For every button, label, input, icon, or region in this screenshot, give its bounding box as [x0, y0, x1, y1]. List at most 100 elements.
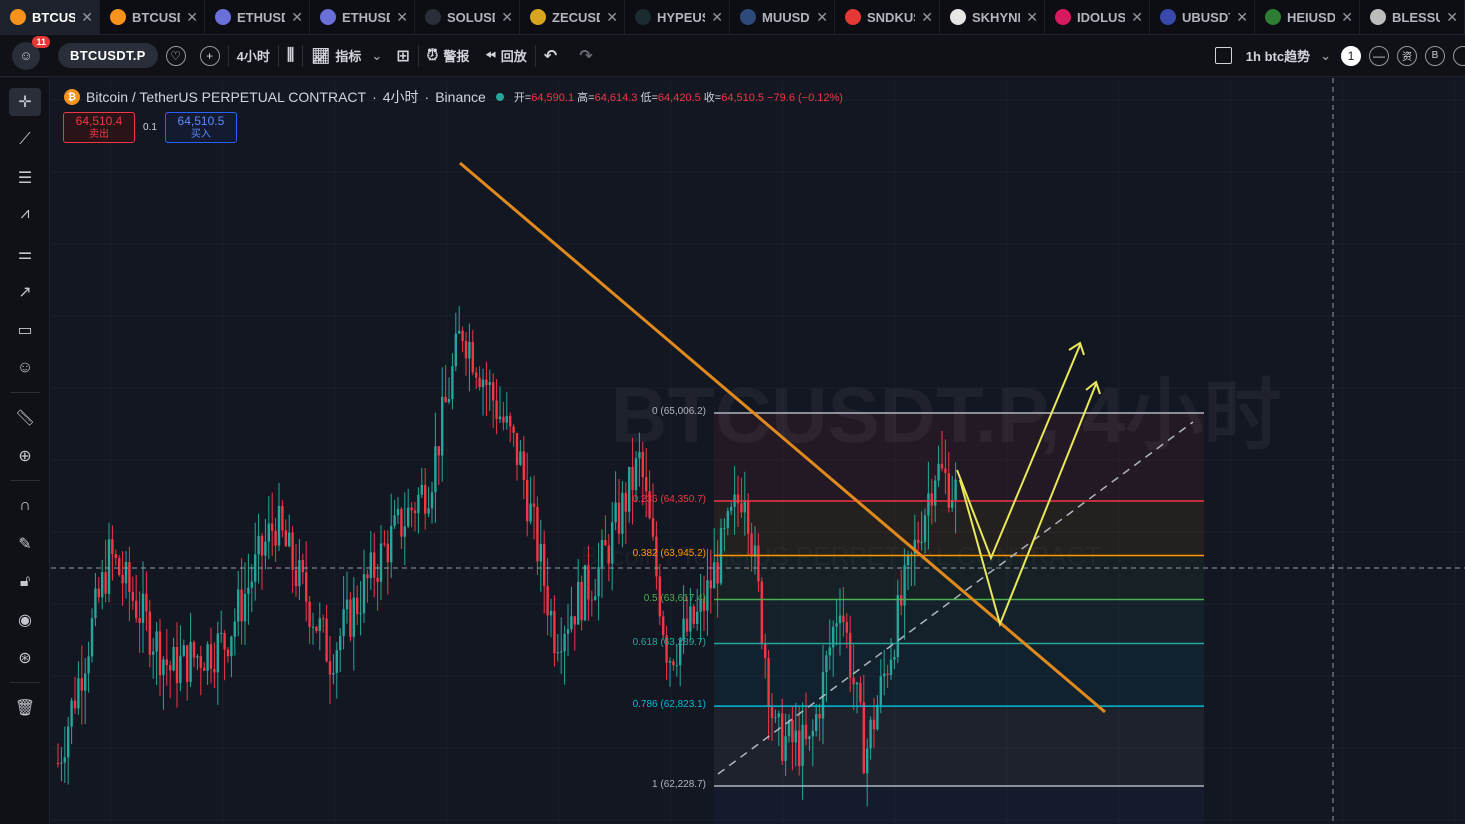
layout-dropdown-icon[interactable]: ⌄ [1320, 48, 1331, 64]
symbol-tab[interactable]: MUUSDT ✕ [730, 0, 835, 34]
candle-body [311, 626, 315, 628]
close-icon[interactable]: ✕ [1341, 9, 1353, 26]
close-icon[interactable]: ✕ [1026, 9, 1038, 26]
candle-body [369, 552, 372, 579]
symbol-search-button[interactable]: BTCUSDT.P [58, 43, 158, 68]
symbol-tab[interactable]: ETHUSDT ✕ [205, 0, 310, 34]
fib-ratio: 0.618 [632, 636, 658, 648]
candle-body [893, 657, 896, 660]
candle-body [566, 629, 570, 634]
right-button-4[interactable]: B [1425, 45, 1445, 66]
sell-price: 64,510.4 [75, 113, 123, 128]
close-icon[interactable]: ✕ [1131, 9, 1143, 26]
close-icon[interactable]: ✕ [1236, 9, 1248, 26]
symbol-tab[interactable]: SKHYNIX ✕ [940, 0, 1045, 34]
symbol-tab[interactable]: IDOLUSDT ✕ [1045, 0, 1150, 34]
fib-ratio: 0.5 [643, 592, 658, 604]
user-avatar[interactable]: ☺ 11 [12, 35, 50, 70]
symbol-tab[interactable]: BLESSUSDT ✕ [1360, 0, 1465, 34]
buy-price: 64,510.5 [177, 113, 225, 128]
symbol-tab[interactable]: ETHUSDT ✕ [310, 0, 415, 34]
stay-drawing-icon[interactable]: ✎ [9, 530, 41, 558]
close-icon[interactable]: ✕ [186, 9, 198, 26]
pattern-icon[interactable]: ⩘ [9, 200, 41, 228]
compare-heart-icon[interactable]: ♡ [165, 45, 186, 66]
eye-icon[interactable]: ◉ [9, 606, 41, 634]
replay-button[interactable]: ⏪︎ 回放 [485, 46, 526, 65]
symbol-tab[interactable]: HEIUSDT ✕ [1255, 0, 1360, 34]
prediction-icon[interactable]: ↗ [9, 278, 41, 306]
right-button-5[interactable] [1453, 45, 1465, 66]
alert-button[interactable]: ⏰︎ 警报 [427, 46, 470, 65]
price-chart[interactable]: BTCUSDT.P, 4小时 Bitcoin / TetherUS PERPETU… [51, 78, 1465, 824]
layout-checkbox[interactable] [1214, 47, 1232, 64]
close-icon[interactable]: ✕ [921, 9, 933, 26]
symbol-tab[interactable]: BTCUSDT ✕ [100, 0, 205, 34]
candle-body [855, 682, 859, 685]
candle-body [437, 446, 440, 456]
globe-icon[interactable]: ⊛ [9, 644, 41, 672]
add-symbol-icon[interactable]: + [199, 45, 220, 66]
candle-body [651, 518, 655, 537]
candle-body [206, 644, 209, 671]
fib-price: 63,945.2 [663, 548, 703, 560]
close-icon[interactable]: ✕ [606, 9, 618, 26]
chart-area[interactable]: BTCUSDT.P, 4小时 Bitcoin / TetherUS PERPETU… [51, 78, 1465, 824]
symbol-tab[interactable]: UBUSDT ✕ [1150, 0, 1255, 34]
candle-body [621, 492, 624, 534]
horizontal-lines-icon[interactable]: ☰ [9, 164, 41, 192]
open-label: 开= [513, 92, 532, 104]
candle-body [70, 700, 73, 727]
candle-body [781, 713, 784, 761]
redo-icon[interactable]: ↷ [579, 46, 592, 66]
magnet-icon[interactable]: ∩ [9, 492, 41, 520]
candle-body [379, 543, 383, 582]
sell-button[interactable]: 64,510.4 卖出 [63, 112, 135, 143]
close-icon[interactable]: ✕ [1446, 9, 1458, 26]
trend-line-icon[interactable]: ⟋ [9, 126, 41, 154]
right-button-2[interactable]: — [1369, 45, 1389, 66]
candle-body [471, 342, 474, 373]
candle-body [386, 543, 389, 563]
annotation-icon[interactable]: ▭ [9, 316, 41, 344]
fib-level-label: 0.236 (64,350.7) [632, 494, 706, 506]
candle-body [90, 618, 94, 657]
trash-icon[interactable]: 🗑︎ [9, 694, 41, 722]
symbol-tab[interactable]: ZECUSDT ✕ [520, 0, 625, 34]
candle-body [488, 382, 491, 386]
indicators-dropdown-icon[interactable]: ⌄ [371, 48, 382, 64]
layout-grid-icon[interactable]: ⊞ [396, 46, 409, 66]
close-icon[interactable]: ✕ [291, 9, 303, 26]
symbol-tab[interactable]: HYPEUSDT ✕ [625, 0, 730, 34]
layout-name-button[interactable]: 1h btc趋势 [1246, 46, 1310, 65]
candle-body [403, 526, 406, 537]
lock-icon[interactable]: 🔓︎ [9, 568, 41, 596]
interval-button[interactable]: 4小时 [237, 46, 270, 65]
right-button-1[interactable]: 1 [1341, 45, 1361, 66]
close-icon[interactable]: ✕ [396, 9, 408, 26]
right-button-3[interactable]: 资 [1397, 45, 1417, 66]
indicators-button[interactable]: 📈︎ 指标 [311, 46, 361, 65]
candle-body [532, 503, 536, 507]
fib-tool-icon[interactable]: ⚌ [9, 240, 41, 268]
candle-style-icon[interactable]: ⫼ [287, 47, 294, 65]
symbol-tab[interactable]: SNDKUSDT ✕ [835, 0, 940, 34]
candle-body [519, 451, 522, 465]
close-icon[interactable]: ✕ [501, 9, 513, 26]
zoom-in-icon[interactable]: ⊕ [9, 442, 41, 470]
buy-button[interactable]: 64,510.5 买入 [164, 112, 237, 143]
symbol-tab[interactable]: SOLUSDT ✕ [415, 0, 520, 34]
candle-body [267, 523, 270, 542]
ruler-icon[interactable]: 📏︎ [9, 404, 41, 432]
symbol-tab[interactable]: BTCUSDT ✕ [0, 0, 100, 34]
crosshair-icon[interactable]: ✛ [9, 88, 41, 116]
close-icon[interactable]: ✕ [816, 9, 828, 26]
close-icon[interactable]: ✕ [81, 9, 93, 26]
candle-body [192, 642, 196, 658]
tool-divider [10, 480, 40, 481]
close-icon[interactable]: ✕ [711, 9, 723, 26]
undo-icon[interactable]: ↶ [544, 46, 557, 66]
candle-body [464, 340, 468, 359]
emoji-icon[interactable]: ☺ [9, 354, 41, 382]
candle-body [889, 659, 893, 675]
